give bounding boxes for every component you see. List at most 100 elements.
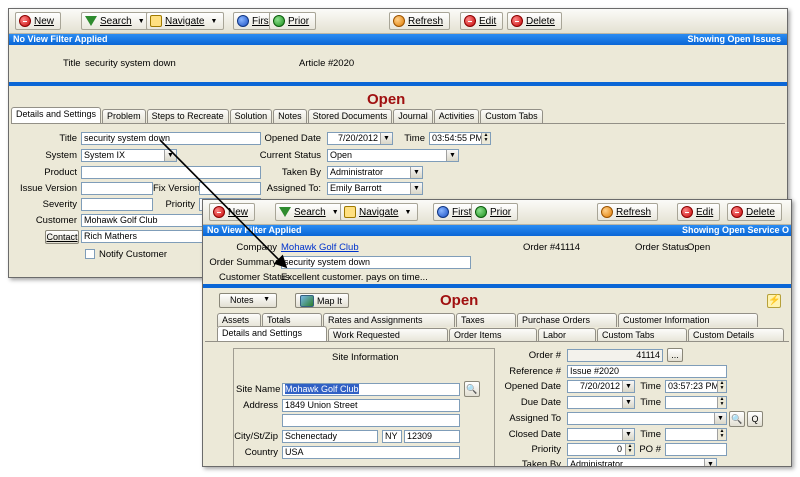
site-search-button[interactable]: 🔍 xyxy=(464,381,480,397)
tab-problem[interactable]: Problem xyxy=(102,109,146,123)
closed-date-field[interactable]: ▼ xyxy=(567,428,635,441)
tab-custom-tabs[interactable]: Custom Tabs xyxy=(480,109,543,123)
fix-version-field[interactable] xyxy=(199,182,261,195)
order-number-more-button[interactable]: ... xyxy=(667,348,683,362)
navigate-button[interactable]: Navigate ▼ xyxy=(340,203,419,221)
tab-divider xyxy=(205,341,789,342)
severity-field[interactable] xyxy=(81,198,153,211)
system-value: System IX xyxy=(84,150,126,160)
chevron-down-icon[interactable]: ▼ xyxy=(714,413,726,424)
title-field[interactable]: security system down xyxy=(81,132,261,145)
tab-totals[interactable]: Totals xyxy=(262,313,322,327)
taken-by-field[interactable]: Administrator ▼ xyxy=(567,458,717,466)
address-field[interactable]: 1849 Union Street xyxy=(282,399,460,412)
tab-custom-details[interactable]: Custom Details xyxy=(688,328,784,342)
prior-icon xyxy=(475,206,487,218)
refresh-button[interactable]: Refresh xyxy=(597,203,659,221)
chevron-down-icon[interactable]: ▼ xyxy=(622,397,634,408)
tab-journal[interactable]: Journal xyxy=(393,109,433,123)
opened-date-field[interactable]: 7/20/2012 ▼ xyxy=(567,380,635,393)
priority-field[interactable]: 0 ▲ ▼ xyxy=(567,443,635,456)
time-field[interactable]: 03:57:23 PM ▲ ▼ xyxy=(665,380,727,393)
opened-date-field[interactable]: 7/20/2012 ▼ xyxy=(327,132,393,145)
chevron-down-icon[interactable]: ▼ xyxy=(704,459,716,466)
chevron-down-icon[interactable]: ▼ xyxy=(622,381,634,392)
spinner-icon[interactable]: ▲ ▼ xyxy=(717,381,726,392)
zip-field[interactable]: 12309 xyxy=(404,430,460,443)
tab-notes[interactable]: Notes xyxy=(273,109,307,123)
tab-custom-tabs[interactable]: Custom Tabs xyxy=(597,328,687,342)
due-date-label: Due Date xyxy=(520,397,561,408)
assigned-to-field[interactable]: ▼ xyxy=(567,412,727,425)
edit-label: Edit xyxy=(696,206,714,218)
new-button[interactable]: New xyxy=(209,203,256,221)
search-button[interactable]: Search ▼ xyxy=(81,12,152,30)
tab-rates-and-assignments[interactable]: Rates and Assignments xyxy=(323,313,455,327)
tab-details-and-settings[interactable]: Details and Settings xyxy=(217,326,327,342)
new-button[interactable]: New xyxy=(15,12,62,30)
chevron-down-icon[interactable]: ▼ xyxy=(164,150,176,161)
due-time-field[interactable]: ▲ ▼ xyxy=(665,396,727,409)
search-button[interactable]: Search ▼ xyxy=(275,203,346,221)
spinner-icon[interactable]: ▲ ▼ xyxy=(625,444,634,455)
notes-button[interactable]: Notes ▼ xyxy=(219,293,277,308)
taken-by-value: Administrator xyxy=(330,167,384,177)
order-summary-field[interactable]: security system down xyxy=(281,256,471,269)
chevron-down-icon[interactable]: ▼ xyxy=(622,429,634,440)
assigned-search-button[interactable]: 🔍 xyxy=(729,411,745,427)
contact-button[interactable]: Contact xyxy=(45,230,79,244)
spinner-icon[interactable]: ▲ ▼ xyxy=(481,133,490,144)
country-field[interactable]: USA xyxy=(282,446,460,459)
chevron-down-icon[interactable]: ▼ xyxy=(410,167,422,178)
tab-details-and-settings[interactable]: Details and Settings xyxy=(11,107,102,123)
tab-customer-information[interactable]: Customer Information xyxy=(618,313,758,327)
lightning-icon[interactable]: ⚡ xyxy=(767,294,781,308)
time-field[interactable]: 03:54:55 PM ▲ ▼ xyxy=(429,132,491,145)
product-field[interactable] xyxy=(81,166,261,179)
tab-order-items[interactable]: Order Items xyxy=(449,328,537,342)
closed-time-field[interactable]: ▲ ▼ xyxy=(665,428,727,441)
edit-button[interactable]: Edit xyxy=(460,12,504,30)
prior-button[interactable]: Prior xyxy=(269,12,317,30)
chevron-down-icon[interactable]: ▼ xyxy=(410,183,422,194)
tab-activities[interactable]: Activities xyxy=(433,109,480,123)
q-button[interactable]: Q xyxy=(747,411,763,427)
notify-customer-checkbox[interactable] xyxy=(85,249,95,259)
order-status-label: Order Status xyxy=(635,242,689,253)
system-field[interactable]: System IX ▼ xyxy=(81,149,177,162)
company-link[interactable]: Mohawk Golf Club xyxy=(281,242,359,253)
current-status-field[interactable]: Open ▼ xyxy=(327,149,459,162)
issue-version-field[interactable] xyxy=(81,182,153,195)
map-it-button[interactable]: Map It xyxy=(295,293,349,308)
tab-work-requested[interactable]: Work Requested xyxy=(328,328,448,342)
reference-field[interactable]: Issue #2020 xyxy=(567,365,727,378)
state-field[interactable]: NY xyxy=(382,430,402,443)
spinner-icon[interactable]: ▲ ▼ xyxy=(717,397,726,408)
tab-purchase-orders[interactable]: Purchase Orders xyxy=(517,313,617,327)
tab-labor[interactable]: Labor xyxy=(538,328,596,342)
chevron-down-icon[interactable]: ▼ xyxy=(380,133,392,144)
splitter[interactable] xyxy=(9,82,787,86)
navigate-button[interactable]: Navigate ▼ xyxy=(146,12,225,30)
chevron-down-icon[interactable]: ▼ xyxy=(446,150,458,161)
site-name-field[interactable]: Mohawk Golf Club xyxy=(282,383,460,396)
po-field[interactable] xyxy=(665,443,727,456)
delete-button[interactable]: Delete xyxy=(507,12,562,30)
tab-assets[interactable]: Assets xyxy=(217,313,261,327)
splitter[interactable] xyxy=(203,284,791,288)
taken-by-field[interactable]: Administrator ▼ xyxy=(327,166,423,179)
address-line2-field[interactable] xyxy=(282,414,460,427)
tab-steps-to-recreate[interactable]: Steps to Recreate xyxy=(146,109,229,123)
city-field[interactable]: Schenectady xyxy=(282,430,378,443)
opened-date-label: Opened Date xyxy=(264,133,321,144)
tab-stored-documents[interactable]: Stored Documents xyxy=(307,109,393,123)
prior-button[interactable]: Prior xyxy=(471,203,519,221)
spinner-icon[interactable]: ▲ ▼ xyxy=(717,429,726,440)
due-date-field[interactable]: ▼ xyxy=(567,396,635,409)
tab-solution[interactable]: Solution xyxy=(229,109,273,123)
assigned-to-field[interactable]: Emily Barrott ▼ xyxy=(327,182,423,195)
tab-taxes[interactable]: Taxes xyxy=(456,313,516,327)
delete-button[interactable]: Delete xyxy=(727,203,782,221)
edit-button[interactable]: Edit xyxy=(677,203,721,221)
refresh-button[interactable]: Refresh xyxy=(389,12,451,30)
